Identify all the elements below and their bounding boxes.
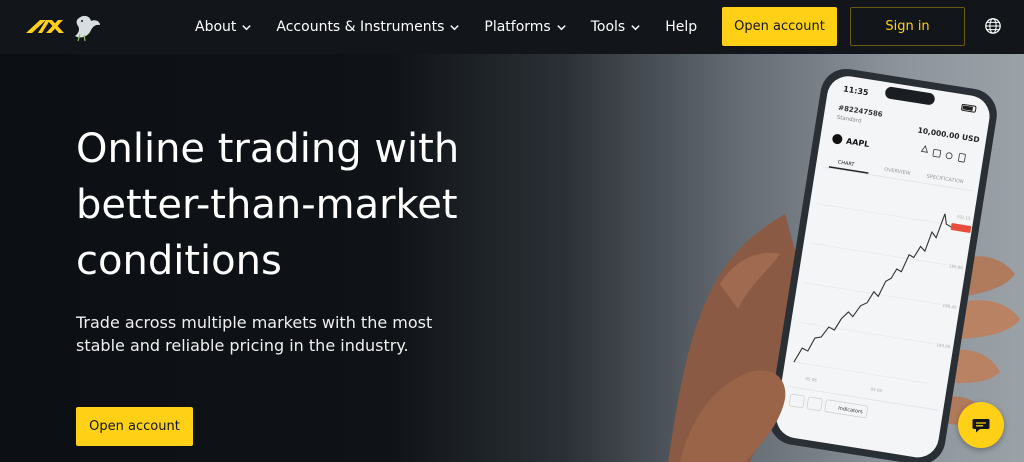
nav-item-tools[interactable]: Tools (591, 19, 642, 35)
live-chat-button[interactable] (958, 402, 1004, 448)
phone-trading-app-illustration: 11:35 #82247586 Standard 10,000.00 USD A… (668, 68, 1020, 462)
hero-section: Online trading with better-than-market c… (0, 54, 1024, 462)
hero-subtitle: Trade across multiple markets with the m… (76, 313, 433, 355)
nav-item-label: Platforms (484, 19, 551, 35)
header-open-account-button[interactable]: Open account (722, 7, 837, 46)
nav-item-label: Tools (590, 19, 626, 35)
main-nav: About Accounts & Instruments Platforms T… (195, 0, 721, 54)
nav-item-platforms[interactable]: Platforms (484, 19, 566, 35)
sign-in-button[interactable]: Sign in (850, 7, 965, 46)
nav-item-label: Help (665, 19, 698, 35)
top-navigation-bar: About Accounts & Instruments Platforms T… (0, 0, 1024, 54)
chat-bubble-icon (972, 419, 990, 433)
chevron-down-icon (557, 24, 566, 30)
chevron-down-icon (242, 24, 252, 30)
exness-logo[interactable] (24, 10, 104, 44)
hero-headline: Online trading with better-than-market c… (76, 126, 460, 284)
chevron-down-icon (450, 24, 460, 30)
nav-item-about[interactable]: About (195, 19, 252, 35)
nav-item-help[interactable]: Help (665, 19, 697, 35)
nav-item-accounts-instruments[interactable]: Accounts & Instruments (276, 19, 460, 35)
nav-item-label: Accounts & Instruments (276, 19, 445, 35)
hero-open-account-button[interactable]: Open account (76, 407, 193, 446)
nav-item-label: About (195, 19, 237, 35)
chevron-down-icon (631, 24, 640, 30)
globe-icon[interactable] (984, 17, 1002, 35)
